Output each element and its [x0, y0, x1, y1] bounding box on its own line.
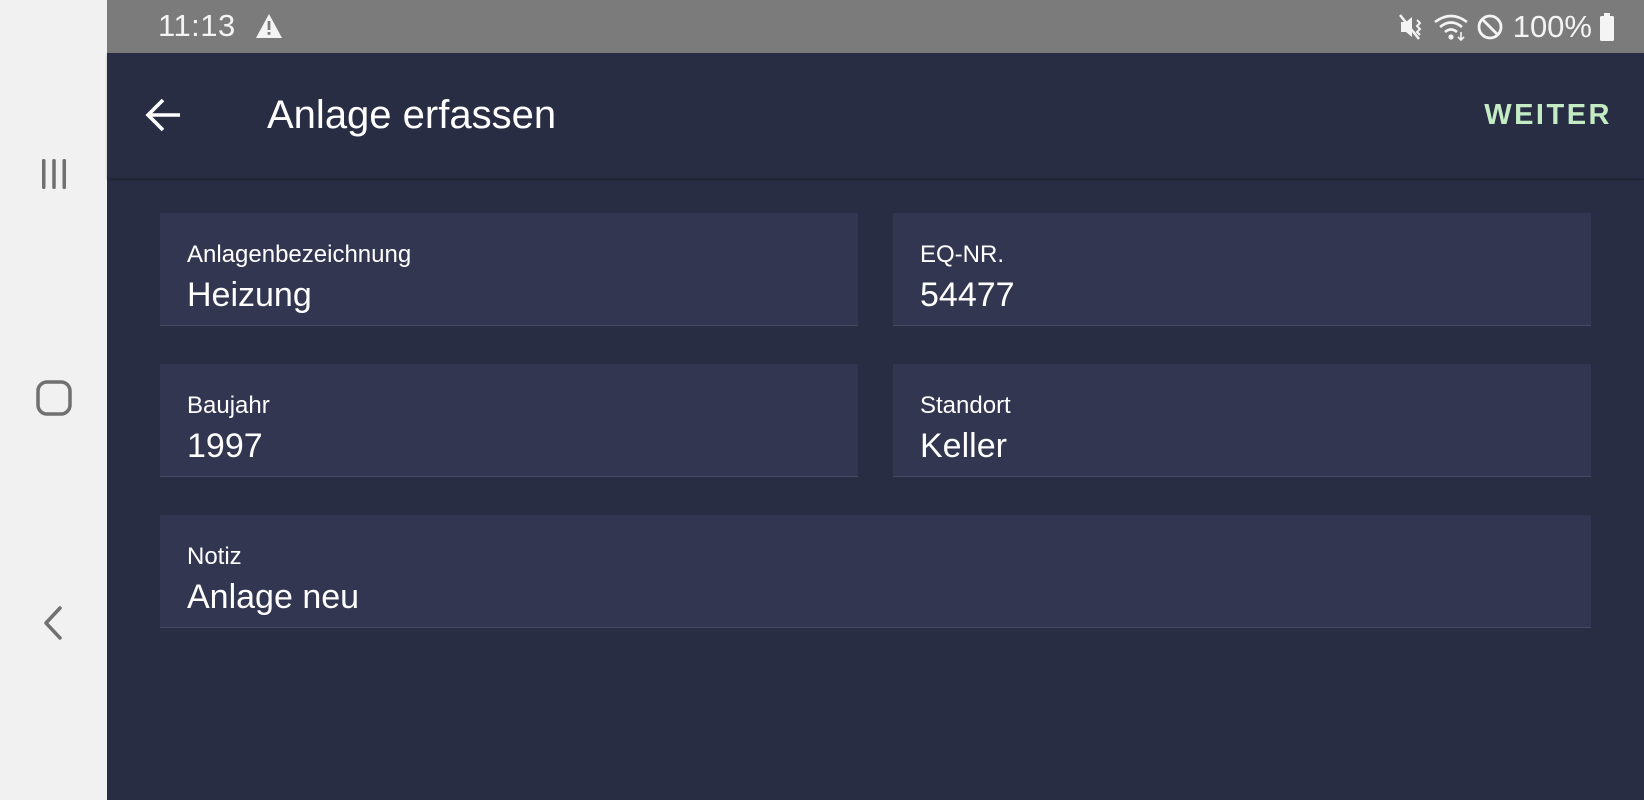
- field-value[interactable]: 54477: [920, 276, 1015, 315]
- note-field[interactable]: Notiz Anlage neu: [160, 515, 1591, 628]
- battery-percentage: 100%: [1512, 9, 1592, 44]
- status-time: 11:13: [158, 8, 236, 43]
- eq-number-field[interactable]: EQ-NR. 54477: [893, 213, 1591, 326]
- next-button[interactable]: WEITER: [1484, 99, 1612, 132]
- back-icon: [43, 606, 62, 640]
- app-screen: Anlage erfassen WEITER Anlagenbezeichnun…: [107, 53, 1644, 800]
- arrow-left-icon: [145, 98, 180, 132]
- field-value[interactable]: Keller: [920, 427, 1007, 466]
- home-icon: [35, 380, 72, 416]
- field-label: EQ-NR.: [920, 241, 1004, 268]
- warning-icon: [256, 14, 282, 38]
- back-button[interactable]: [143, 95, 183, 135]
- recents-button[interactable]: [0, 134, 107, 214]
- page-title: Anlage erfassen: [267, 93, 557, 137]
- field-label: Notiz: [187, 543, 242, 570]
- recents-icon: [41, 159, 66, 189]
- system-navigation-bar: [0, 0, 107, 800]
- location-field[interactable]: Standort Keller: [893, 364, 1591, 477]
- field-label: Standort: [920, 392, 1011, 419]
- field-value[interactable]: Anlage neu: [187, 578, 359, 617]
- field-value[interactable]: 1997: [187, 427, 263, 466]
- status-bar: 11:13 100%: [107, 0, 1644, 53]
- system-back-button[interactable]: [0, 583, 107, 663]
- mute-vibrate-icon: [1398, 14, 1422, 40]
- home-button[interactable]: [0, 358, 107, 438]
- field-label: Baujahr: [187, 392, 270, 419]
- field-label: Anlagenbezeichnung: [187, 241, 412, 268]
- designation-field[interactable]: Anlagenbezeichnung Heizung: [160, 213, 858, 326]
- status-icons: 100%: [1397, 8, 1616, 46]
- year-built-field[interactable]: Baujahr 1997: [160, 364, 858, 477]
- field-value[interactable]: Heizung: [187, 276, 312, 315]
- wifi-icon: [1433, 14, 1468, 42]
- do-not-disturb-icon: [1477, 14, 1503, 40]
- app-toolbar: Anlage erfassen WEITER: [107, 53, 1644, 179]
- battery-icon: [1600, 13, 1614, 41]
